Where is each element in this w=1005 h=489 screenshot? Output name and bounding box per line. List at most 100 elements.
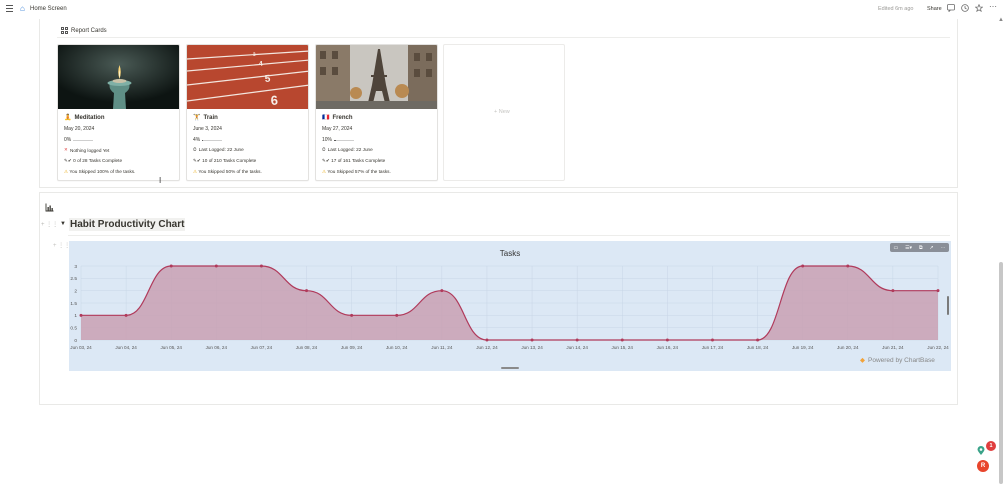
x-tick-label: Jun 07, 24 (251, 345, 273, 350)
x-tick-label: Jun 10, 24 (386, 345, 408, 350)
progress-percent: 10% (322, 137, 333, 143)
skipped-text: You Skipped 57% of the tasks. (327, 169, 391, 174)
data-point (169, 264, 173, 268)
chartbase-logo-icon: ◆ (860, 357, 865, 364)
x-tick-label: Jun 18, 24 (747, 345, 769, 350)
text-cursor-icon: Ι (159, 176, 162, 185)
powered-by-text: Powered by ChartBase (868, 356, 935, 364)
page-title[interactable]: Home Screen (30, 6, 67, 12)
x-tick-label: Jun 08, 24 (296, 345, 318, 350)
data-point (305, 289, 309, 293)
data-point (891, 289, 895, 293)
toggle-triangle-icon[interactable]: ▼ (60, 221, 66, 227)
checklist-icon: ✎✔ (322, 158, 330, 163)
y-tick-label: 0.5 (70, 325, 77, 331)
y-tick-label: 1.5 (70, 301, 77, 307)
y-tick-label: 3 (74, 264, 77, 270)
x-tick-label: Jun 06, 24 (206, 345, 228, 350)
last-logged-text: Nothing logged Yet (69, 147, 110, 153)
data-point (530, 338, 534, 342)
copy-icon[interactable]: ⧉ (919, 245, 923, 251)
chart-embed[interactable]: Tasks 0 0.5 1 1.5 2 2.5 3 Jun 03, 24 Jun 04, 24 Ju… (69, 241, 951, 371)
embed-resize-bottom-handle[interactable] (501, 367, 519, 369)
new-card-label: + New (494, 109, 510, 115)
x-tick-label: Jun 17, 24 (702, 345, 724, 350)
tasks-complete-text: 10 of 210 Tasks Complete (202, 158, 257, 163)
card-title: Meditation (74, 114, 105, 121)
report-cards-title: Report Cards (71, 27, 107, 34)
comment-icon[interactable]: ▭ (893, 245, 898, 251)
progress-bar (202, 139, 223, 141)
card-title: French (332, 114, 353, 121)
card-progress: 0% (64, 137, 94, 143)
tasks-area-chart: Tasks 0 0.5 1 1.5 2 2.5 3 Jun 03, 24 Jun 04, 24 Ju… (70, 249, 949, 350)
comment-icon[interactable] (947, 4, 955, 14)
top-bar: ⌂ Home Screen Edited 6m ago Share ⋯ (0, 0, 1005, 19)
embed-drag-handle[interactable]: + ⋮⋮ (53, 242, 70, 249)
location-pin-icon[interactable] (976, 443, 986, 455)
x-tick-label: Jun 11, 24 (431, 345, 453, 350)
star-icon[interactable] (974, 3, 984, 14)
chart-title: Tasks (500, 249, 520, 258)
tasks-complete-text: 17 of 161 Tasks Complete (331, 158, 386, 163)
new-card-button[interactable]: + New (443, 44, 565, 181)
data-point (395, 313, 399, 317)
habit-chart-heading[interactable]: Habit Productivity Chart (69, 218, 186, 231)
divider (57, 37, 950, 38)
data-point (575, 338, 579, 342)
y-tick-label: 0 (74, 338, 77, 344)
x-tick-label: Jun 03, 24 (70, 345, 92, 350)
embed-resize-side-handle[interactable] (947, 296, 949, 315)
x-tick-label: Jun 19, 24 (792, 345, 814, 350)
x-tick-label: Jun 16, 24 (657, 345, 679, 350)
x-tick-label: Jun 22, 24 (927, 345, 949, 350)
caption-icon[interactable]: ☰▾ (905, 245, 912, 251)
edited-timestamp: Edited 6m ago (878, 6, 914, 12)
skipped-text: You Skipped 50% of the tasks. (198, 169, 262, 174)
data-point (350, 313, 354, 317)
y-tick-label: 1 (74, 313, 77, 319)
checklist-icon: ✎✔ (193, 158, 201, 163)
more-options-icon[interactable]: ⋯ (989, 3, 997, 11)
report-card-meditation[interactable]: 🧘 Meditation May 20, 2024 0% ✕ Nothing l… (57, 44, 180, 181)
page-scrollbar[interactable] (999, 262, 1003, 484)
card-start-date: May 20, 2024 (64, 126, 95, 132)
weightlifting-icon: 🏋 (193, 115, 201, 121)
share-button[interactable]: Share (927, 6, 942, 12)
data-point (124, 313, 128, 317)
more-options-icon[interactable]: ⋯ (941, 245, 946, 251)
card-last-logged: ✕ Nothing logged Yet (64, 147, 109, 153)
progress-percent: 0% (64, 137, 72, 143)
card-last-logged: ⏱ Last Logged: 22 June (193, 147, 244, 152)
block-drag-handle[interactable]: + ⋮⋮ (41, 221, 58, 228)
meditation-person-icon: 🧘 (64, 115, 72, 121)
last-logged-text: Last Logged: 22 June (198, 147, 244, 152)
data-point (214, 264, 218, 268)
report-card-train[interactable]: 3 4 5 6 🏋 Train June 3, 2024 4% ⏱ Last L… (186, 44, 309, 181)
divider (68, 235, 950, 236)
data-point (665, 338, 669, 342)
progress-percent: 4% (193, 137, 201, 143)
avatar[interactable]: R (977, 460, 989, 472)
data-point (936, 289, 940, 293)
meditation-cover-image (58, 45, 179, 109)
svg-text:6: 6 (270, 93, 278, 108)
data-point (801, 264, 805, 268)
open-external-icon[interactable]: ↗ (929, 245, 933, 251)
data-point (710, 338, 714, 342)
x-mark-icon: ✕ (64, 147, 68, 152)
menu-icon[interactable] (6, 5, 13, 12)
svg-text:4: 4 (259, 61, 263, 68)
report-card-french[interactable]: 🇫🇷 French May 27, 2024 10% ⏱ Last Logged… (315, 44, 438, 181)
french-cover-image (316, 45, 437, 109)
history-clock-icon[interactable] (961, 4, 969, 14)
report-cards-header[interactable]: Report Cards (61, 27, 107, 34)
data-point (756, 338, 760, 342)
card-start-date: June 3, 2024 (193, 126, 222, 132)
scroll-up-arrow-icon[interactable]: ▲ (998, 17, 1004, 23)
warning-icon: ⚠ (193, 169, 198, 174)
x-tick-label: Jun 04, 24 (115, 345, 137, 350)
powered-by-chartbase[interactable]: ◆ Powered by ChartBase (860, 356, 935, 365)
data-point (620, 338, 624, 342)
notification-badge[interactable]: 1 (986, 441, 996, 451)
